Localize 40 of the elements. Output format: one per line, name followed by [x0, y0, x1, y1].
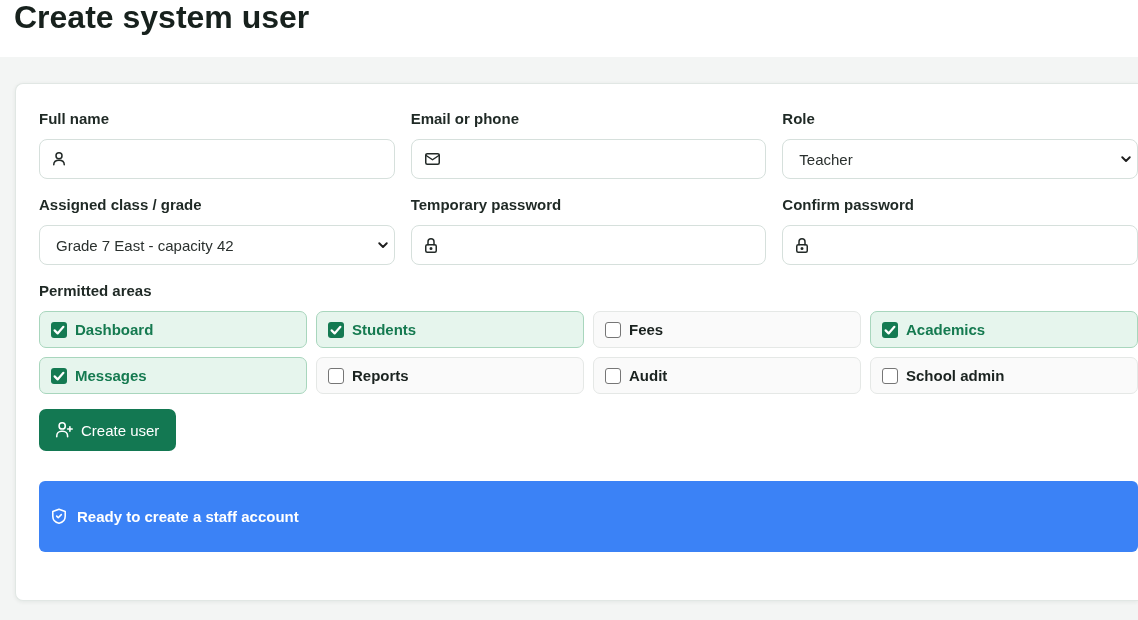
permission-option[interactable]: Students	[316, 311, 584, 348]
envelope-icon	[424, 153, 440, 165]
permission-option[interactable]: Academics	[870, 311, 1138, 348]
contact-field[interactable]	[410, 139, 767, 179]
field-label: Assigned class / grade	[39, 195, 202, 215]
page-title: Create system user	[14, 0, 311, 34]
lock-icon	[424, 237, 437, 253]
checkbox[interactable]	[882, 321, 898, 338]
lock-icon	[796, 237, 809, 253]
checkbox[interactable]	[605, 321, 621, 338]
checkbox[interactable]	[51, 321, 67, 338]
field-label: Permitted areas	[39, 281, 152, 301]
dropdown[interactable]: Teacher	[782, 139, 1138, 179]
password-field[interactable]	[782, 225, 1138, 265]
permission-option[interactable]: School admin	[870, 357, 1138, 394]
shield-check-icon	[52, 508, 66, 525]
user-plus-icon	[56, 422, 73, 438]
permission-option[interactable]: Reports	[316, 357, 584, 394]
field-label: Confirm password	[782, 195, 914, 215]
checkbox[interactable]	[328, 321, 344, 338]
field-label: Role	[782, 109, 815, 129]
field-label: Temporary password	[410, 195, 562, 215]
permission-option[interactable]: Messages	[39, 357, 307, 394]
checkbox[interactable]	[328, 367, 344, 384]
permission-option[interactable]: Audit	[593, 357, 861, 394]
permission-option[interactable]: Fees	[593, 311, 861, 348]
chevron-down-icon	[1121, 155, 1131, 163]
checkbox[interactable]	[605, 367, 621, 384]
banner-text: Ready to create a staff account	[77, 508, 299, 525]
name-field[interactable]	[39, 139, 395, 179]
field-label: Full name	[39, 109, 109, 129]
person-icon	[53, 152, 65, 166]
permission-option[interactable]: Dashboard	[39, 311, 307, 348]
create-user-button[interactable]: Create user	[39, 409, 177, 451]
checkbox[interactable]	[882, 367, 898, 384]
password-field[interactable]	[410, 225, 767, 265]
chevron-down-icon	[377, 241, 388, 249]
checkbox[interactable]	[51, 367, 67, 384]
field-label: Email or phone	[410, 109, 519, 129]
dropdown[interactable]: Grade 7 East - capacity 42	[39, 225, 395, 265]
